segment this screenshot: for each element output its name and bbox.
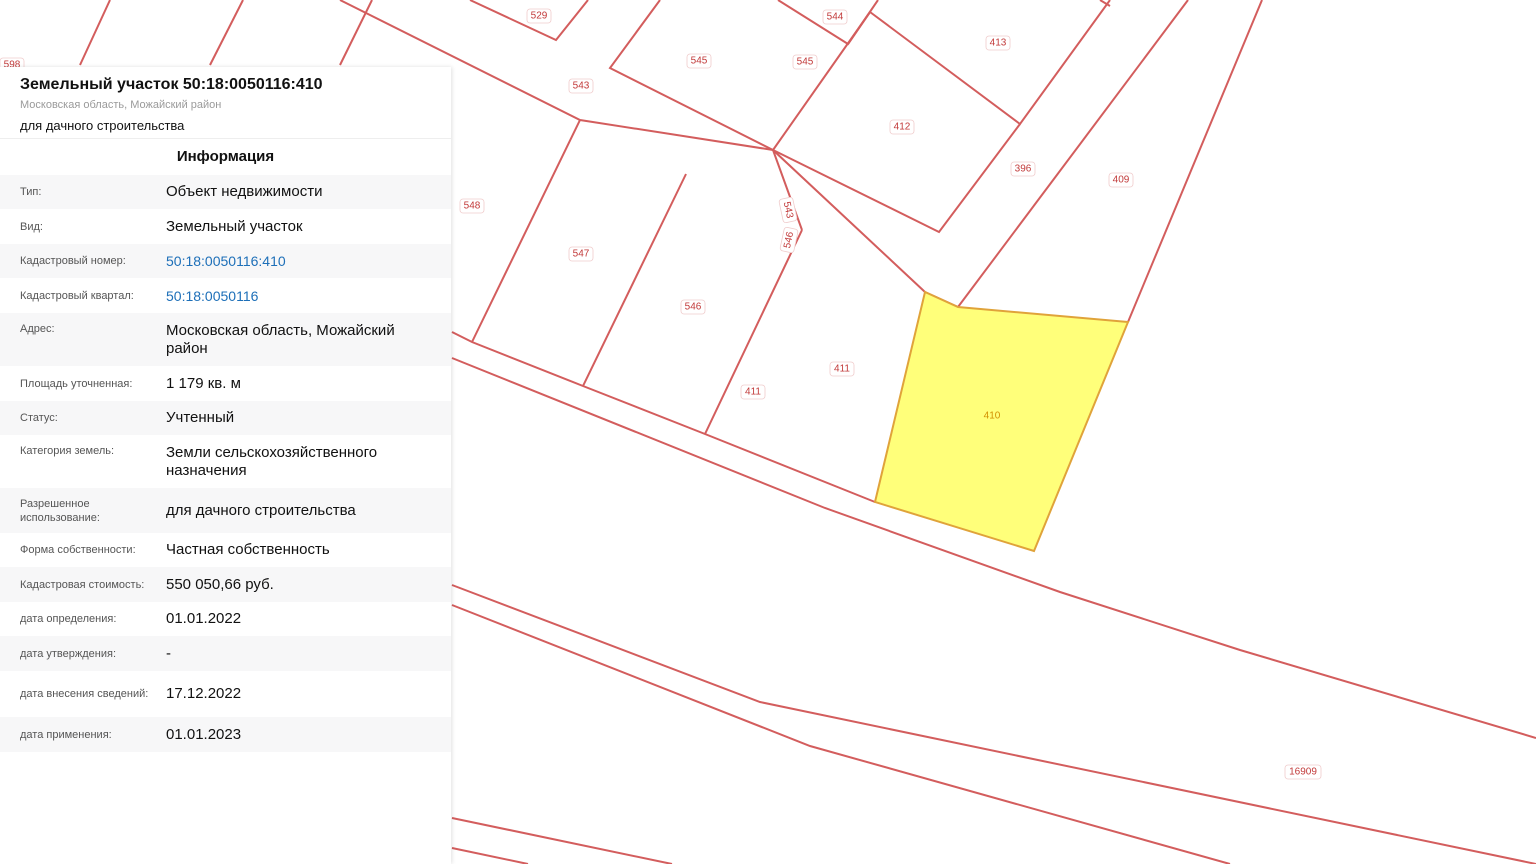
info-row-land-category: Категория земель: Земли сельскохозяйстве… — [0, 435, 451, 488]
info-panel: Земельный участок 50:18:0050116:410 Моск… — [0, 67, 451, 864]
info-row-cadastral-value: Кадастровая стоимость: 550 050,66 руб. — [0, 567, 451, 602]
info-row-type: Тип: Объект недвижимости — [0, 175, 451, 209]
svg-text:409: 409 — [1113, 175, 1130, 186]
row-label: дата применения: — [20, 728, 112, 741]
svg-text:546: 546 — [685, 302, 702, 313]
info-row-status: Статус: Учтенный — [0, 401, 451, 435]
row-label: Кадастровый номер: — [20, 255, 126, 267]
row-value: Учтенный — [166, 409, 235, 426]
row-label: Вид: — [20, 220, 43, 233]
row-value: Объект недвижимости — [166, 183, 323, 200]
parcel-number-label: 544 — [822, 9, 848, 25]
row-label: Разрешенное использование: — [20, 497, 100, 524]
svg-text:543: 543 — [573, 81, 590, 92]
section-title-info: Информация — [0, 138, 451, 175]
parcel-number-label: 547 — [568, 246, 594, 262]
info-row-ownership: Форма собственности: Частная собственнос… — [0, 533, 451, 567]
row-value: Московская область, Можайский район — [166, 322, 395, 357]
row-value: Частная собственность — [166, 541, 330, 558]
svg-text:547: 547 — [573, 249, 590, 260]
parcel-number-label: 543 — [778, 196, 798, 224]
parcel-region: Московская область, Можайский район — [20, 99, 222, 111]
parcel-number-label: 546 — [779, 226, 799, 254]
svg-text:412: 412 — [894, 122, 911, 133]
cadastral-number-link[interactable]: 50:18:0050116:410 — [166, 252, 431, 270]
parcel-number-label: 16909 — [1284, 764, 1322, 780]
row-label: Тип: — [20, 186, 42, 198]
parcel-use: для дачного строительства — [20, 118, 185, 133]
info-row-address: Адрес: Московская область, Можайский рай… — [0, 313, 451, 366]
info-row-kind: Вид: Земельный участок — [0, 209, 451, 244]
parcel-number-label: 412 — [889, 119, 915, 135]
row-value: - — [166, 644, 171, 662]
parcel-number-label: 396 — [1010, 161, 1036, 177]
parcel-number-label: 413 — [985, 35, 1011, 51]
svg-text:545: 545 — [797, 57, 814, 68]
svg-text:411: 411 — [745, 387, 761, 398]
parcel-number-label: 410 — [984, 411, 1001, 422]
parcel-number-label: 545 — [686, 53, 712, 69]
row-label: дата внесения сведений: — [20, 688, 149, 700]
info-row-cadastral-number: Кадастровый номер: 50:18:0050116:410 — [0, 244, 451, 278]
row-value: Земельный участок — [166, 217, 303, 235]
svg-text:548: 548 — [464, 201, 481, 212]
row-label: дата определения: — [20, 613, 117, 625]
svg-text:410: 410 — [984, 411, 1001, 422]
parcel-number-label: 529 — [526, 8, 552, 24]
svg-text:411: 411 — [834, 364, 850, 375]
info-row-date-entered: дата внесения сведений: 17.12.2022 — [0, 671, 451, 717]
svg-text:396: 396 — [1015, 164, 1032, 175]
row-value: для дачного строительства — [166, 501, 356, 519]
cadastral-quarter-link[interactable]: 50:18:0050116 — [166, 287, 431, 305]
info-row-area: Площадь уточненная: 1 179 кв. м — [0, 366, 451, 401]
selected-parcel-410[interactable] — [873, 290, 1130, 553]
info-table: Тип: Объект недвижимости Вид: Земельный … — [0, 175, 451, 752]
parcel-number-label: 543 — [568, 78, 594, 94]
row-value: 01.01.2023 — [166, 725, 242, 743]
parcel-title: Земельный участок 50:18:0050116:410 — [20, 76, 323, 93]
svg-text:545: 545 — [691, 56, 708, 67]
row-label: Кадастровая стоимость: — [20, 578, 145, 591]
parcel-number-label: 546 — [680, 299, 706, 315]
info-row-date-applied: дата применения: 01.01.2023 — [0, 717, 451, 752]
row-label: Статус: — [20, 412, 58, 424]
row-value: 17.12.2022 — [166, 685, 242, 702]
row-label: Кадастровый квартал: — [20, 289, 134, 302]
svg-text:544: 544 — [827, 12, 844, 23]
info-row-date-determined: дата определения: 01.01.2022 — [0, 602, 451, 636]
svg-text:413: 413 — [990, 38, 1007, 49]
row-value: Земли сельскохозяйственного назначения — [166, 444, 378, 479]
row-value: 01.01.2022 — [166, 610, 242, 627]
svg-text:529: 529 — [531, 11, 548, 22]
info-row-cadastral-quarter: Кадастровый квартал: 50:18:0050116 — [0, 278, 451, 313]
row-label: Форма собственности: — [20, 544, 136, 556]
row-label: Адрес: — [20, 323, 55, 335]
svg-text:16909: 16909 — [1289, 767, 1317, 778]
parcel-number-label: 409 — [1108, 172, 1134, 188]
row-label: Категория земель: — [20, 445, 115, 457]
row-value: 1 179 кв. м — [166, 374, 241, 392]
parcel-number-label: 548 — [459, 198, 485, 214]
parcel-number-label: 411 — [740, 384, 766, 400]
info-row-permitted-use: Разрешенное использование: для дачного с… — [0, 488, 451, 533]
panel-header: Земельный участок 50:18:0050116:410 Моск… — [0, 67, 451, 138]
row-label: Площадь уточненная: — [20, 377, 133, 390]
row-label: дата утверждения: — [20, 647, 117, 660]
parcel-number-label: 411 — [829, 361, 855, 377]
row-value: 550 050,66 руб. — [166, 575, 274, 593]
info-row-date-approved: дата утверждения: - — [0, 636, 451, 671]
parcel-number-label: 545 — [792, 54, 818, 70]
